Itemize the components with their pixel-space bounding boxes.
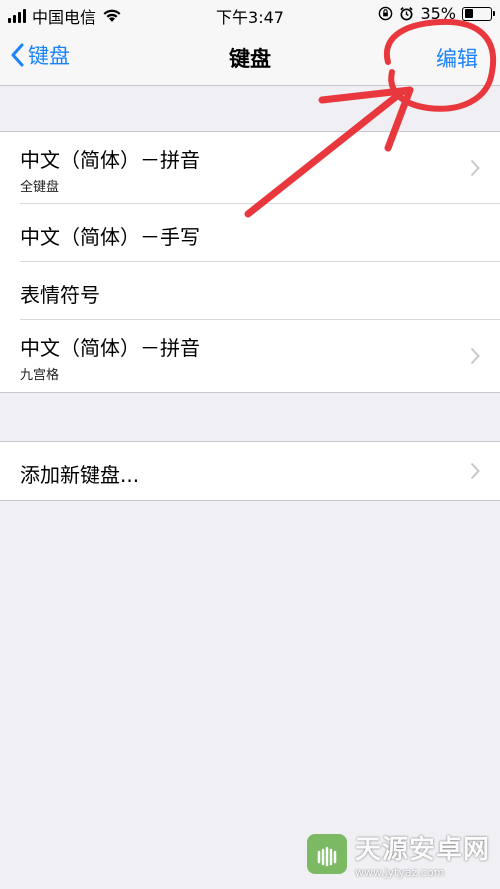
keyboard-title: 中文（简体）－拼音: [20, 148, 200, 172]
orientation-lock-icon: [379, 6, 393, 21]
keyboard-subtitle: 全键盘: [20, 180, 60, 195]
keyboard-title: 中文（简体）－拼音: [20, 336, 200, 360]
keyboard-row[interactable]: 中文（简体）－手写: [0, 204, 500, 262]
add-keyboard-group: 添加新键盘...: [0, 441, 500, 501]
keyboard-row[interactable]: 表情符号: [0, 262, 500, 320]
status-bar-right: 35%: [378, 4, 495, 23]
android-logo-icon: [306, 834, 347, 874]
watermark-name: 天源安卓网: [354, 835, 490, 865]
page-title: 键盘: [229, 47, 271, 71]
add-keyboard-label: 添加新键盘...: [20, 463, 140, 487]
keyboards-list: 中文（简体）－拼音 全键盘 中文（简体）－手写 表情符号 中文（简体）－拼音 九…: [0, 131, 500, 393]
chevron-right-icon: [470, 347, 480, 365]
battery-icon: [462, 6, 495, 21]
edit-button[interactable]: 编辑: [436, 43, 478, 73]
alarm-icon: [400, 7, 414, 21]
keyboard-subtitle: 九宫格: [20, 368, 60, 383]
add-keyboard-row[interactable]: 添加新键盘...: [0, 442, 500, 500]
keyboard-title: 中文（简体）－手写: [20, 225, 200, 249]
battery-percentage: 35%: [420, 4, 456, 23]
chevron-right-icon: [470, 462, 480, 480]
status-bar: 中国电信 下午3:47 35%: [0, 0, 500, 28]
watermark-url: www.jytyaz.com: [354, 866, 445, 879]
chevron-right-icon: [470, 159, 480, 177]
keyboard-row[interactable]: 中文（简体）－拼音 全键盘: [0, 132, 500, 204]
keyboard-title: 表情符号: [20, 283, 100, 307]
battery-level: [464, 9, 473, 18]
navigation-bar: 键盘 键盘 编辑: [0, 28, 500, 86]
watermark: 天源安卓网 www.jytyaz.com: [306, 829, 490, 879]
keyboard-row[interactable]: 中文（简体）－拼音 九宫格: [0, 320, 500, 392]
